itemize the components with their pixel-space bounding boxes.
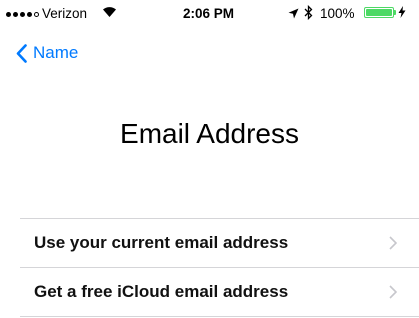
signal-strength-icon: [6, 12, 39, 17]
page-title: Email Address: [120, 118, 299, 149]
back-button[interactable]: Name: [16, 40, 78, 66]
battery-icon: [364, 7, 394, 18]
divider: [20, 316, 419, 317]
bluetooth-icon: [304, 5, 313, 20]
signal-dot: [34, 12, 39, 17]
charging-bolt-icon: [398, 6, 406, 18]
back-button-label: Name: [33, 43, 79, 62]
carrier-name: Verizon: [42, 6, 88, 21]
battery-level: [366, 9, 392, 16]
location-arrow-icon: [288, 8, 299, 19]
battery-tip: [394, 10, 396, 15]
signal-dot: [13, 12, 18, 17]
battery-percentage: 100%: [320, 6, 355, 21]
chevron-right-icon: [389, 236, 397, 250]
option-free-icloud-email[interactable]: Get a free iCloud email address: [20, 268, 419, 316]
email-options-list: Use your current email address Get a fre…: [20, 218, 419, 317]
chevron-right-icon: [389, 285, 397, 299]
wifi-icon: [103, 7, 116, 17]
signal-dot: [27, 12, 32, 17]
signal-dot: [20, 12, 25, 17]
option-label: Use your current email address: [34, 233, 289, 252]
chevron-left-icon: [16, 43, 27, 63]
status-time: 2:06 PM: [183, 6, 235, 21]
status-bar: Verizon 2:06 PM 100%: [0, 0, 419, 30]
signal-dot: [6, 12, 11, 17]
option-label: Get a free iCloud email address: [34, 282, 289, 301]
option-use-current-email[interactable]: Use your current email address: [20, 219, 419, 267]
